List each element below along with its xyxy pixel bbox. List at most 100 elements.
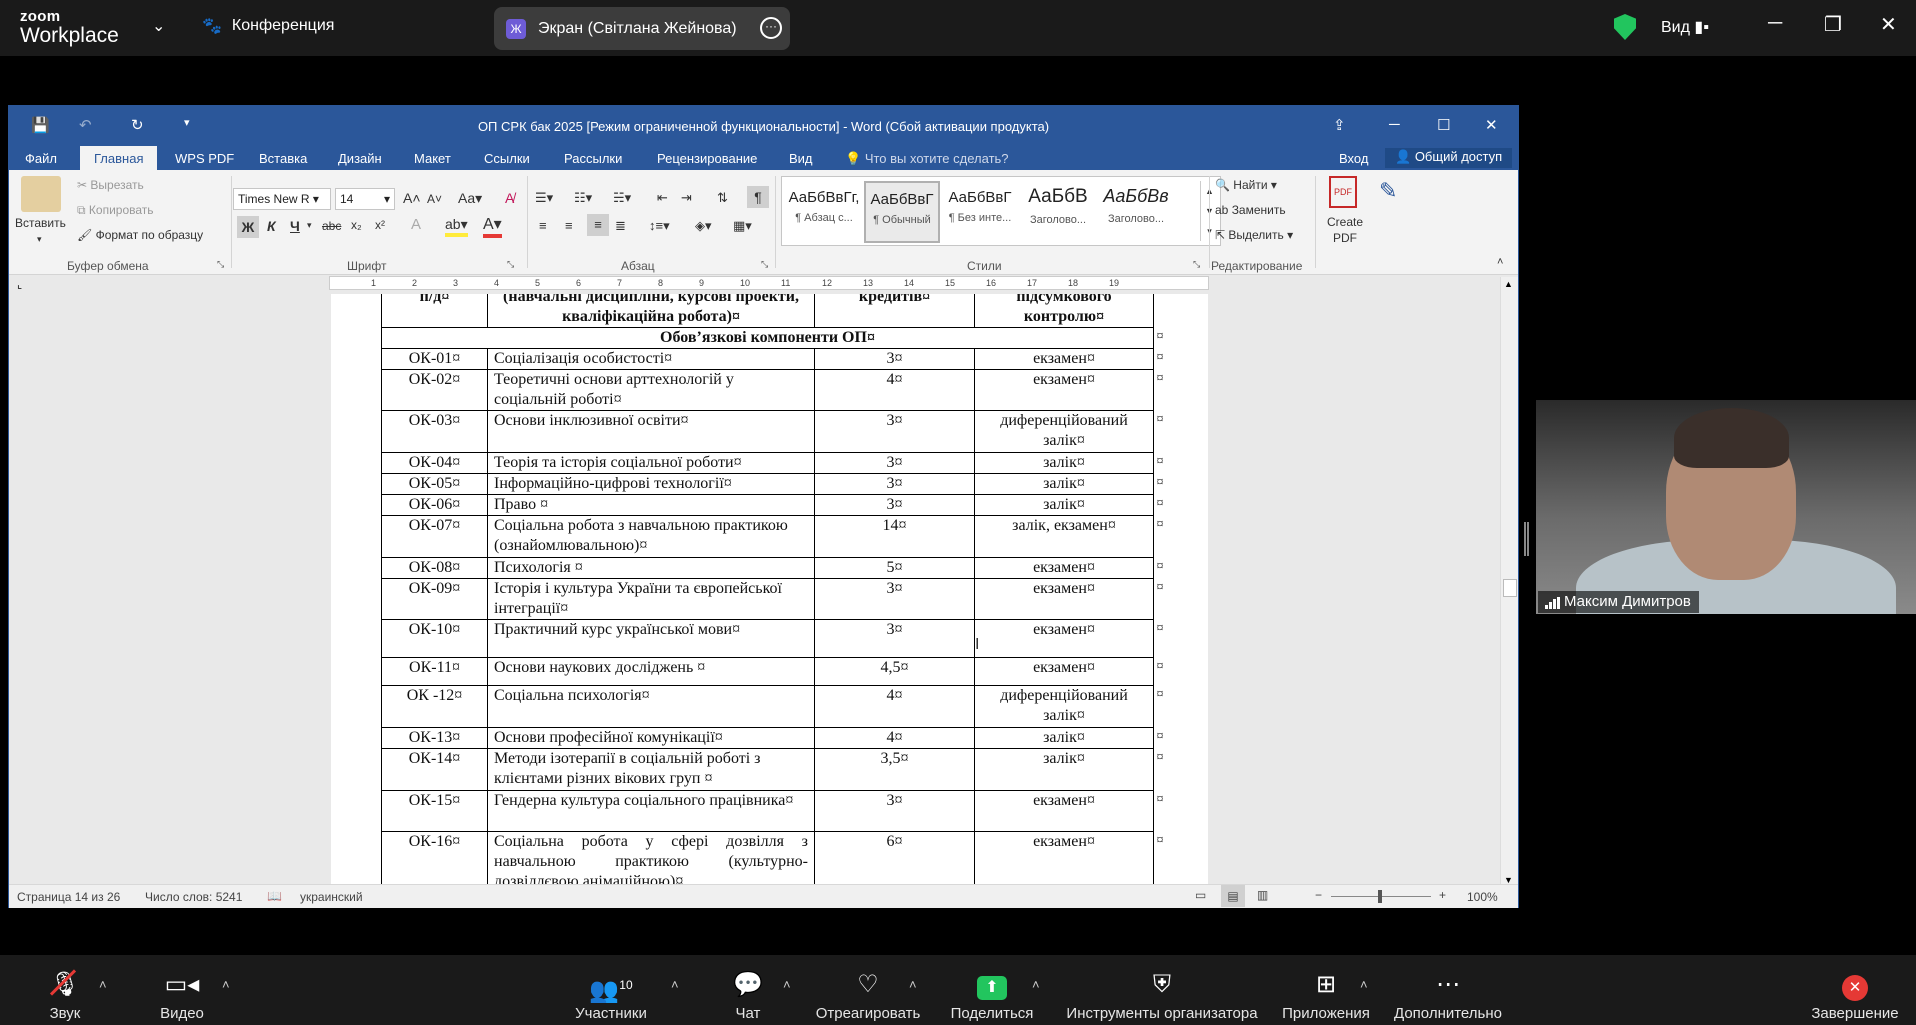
discipline-cell[interactable]: Основи професійної комунікації¤ bbox=[487, 727, 815, 749]
code-cell[interactable]: ОК-15¤ bbox=[381, 790, 488, 832]
chat-button[interactable]: 💬 Чат bbox=[728, 955, 768, 1022]
select-button[interactable]: ⇱ Выделить ▾ bbox=[1215, 228, 1293, 242]
share-screen-button[interactable]: ⬆ Поделиться bbox=[950, 955, 1034, 1022]
decrease-indent-icon[interactable]: ⇤ bbox=[657, 190, 668, 206]
align-left-icon[interactable]: ≡ bbox=[539, 218, 547, 233]
proofing-icon[interactable]: 📖 bbox=[267, 889, 282, 903]
discipline-cell[interactable]: Соціальна психологія¤ bbox=[487, 685, 815, 728]
control-cell[interactable]: екзамен¤ bbox=[974, 619, 1154, 658]
tab-home[interactable]: Главная bbox=[80, 146, 158, 170]
code-cell[interactable]: ОК -12¤ bbox=[381, 685, 488, 728]
tab-design[interactable]: Дизайн bbox=[338, 151, 382, 166]
control-cell[interactable]: залік¤ bbox=[974, 494, 1154, 516]
increase-indent-icon[interactable]: ⇥ bbox=[681, 190, 692, 206]
ribbon-display-icon[interactable]: ⇪ bbox=[1333, 116, 1346, 134]
code-cell[interactable]: ОК-03¤ bbox=[381, 410, 488, 453]
code-cell[interactable]: ОК-11¤ bbox=[381, 657, 488, 686]
code-cell[interactable]: ОК-07¤ bbox=[381, 515, 488, 558]
audio-button[interactable]: 🎙 Звук bbox=[40, 955, 90, 1022]
credits-cell[interactable]: 3¤ bbox=[814, 473, 975, 495]
share-button[interactable]: 👤 Общий доступ bbox=[1385, 148, 1513, 168]
share-options-icon[interactable]: ˄ bbox=[1032, 977, 1040, 992]
multilevel-list-icon[interactable]: ☵▾ bbox=[613, 190, 631, 206]
page-count[interactable]: Страница 14 из 26 bbox=[17, 890, 120, 904]
font-name-select[interactable]: Times New R ▾ bbox=[233, 188, 331, 210]
discipline-cell[interactable]: Історія і культура України та європейськ… bbox=[487, 578, 815, 620]
code-cell[interactable]: ОК-14¤ bbox=[381, 748, 488, 791]
control-cell[interactable]: екзамен¤ bbox=[974, 369, 1154, 411]
read-mode-icon[interactable]: ▭ bbox=[1195, 888, 1206, 902]
italic-icon[interactable]: К bbox=[267, 218, 276, 234]
tab-mailings[interactable]: Рассылки bbox=[564, 151, 622, 166]
sign-pen-icon[interactable]: ✎ bbox=[1379, 178, 1397, 204]
paste-button[interactable]: Вставить bbox=[15, 216, 66, 230]
discipline-cell[interactable]: Соціалізація особистості¤ bbox=[487, 348, 815, 370]
align-right-icon[interactable]: ≡ bbox=[587, 214, 609, 236]
discipline-cell[interactable]: Методи ізотерапії в соціальній роботі з … bbox=[487, 748, 815, 791]
close-icon[interactable]: ✕ bbox=[1880, 12, 1897, 37]
style-heading-1[interactable]: АаБбВ Заголово... bbox=[1020, 181, 1096, 243]
word-close-icon[interactable]: ✕ bbox=[1485, 116, 1498, 134]
control-cell[interactable]: залік¤ bbox=[974, 727, 1154, 749]
chevron-down-icon[interactable]: ⌄ bbox=[152, 16, 165, 36]
language-indicator[interactable]: украинский bbox=[300, 890, 363, 904]
tab-selector-icon[interactable]: ⌞ bbox=[17, 278, 22, 291]
tell-me-box[interactable]: 💡 Что вы хотите сделать? bbox=[845, 151, 1009, 167]
screen-share-indicator[interactable]: Ж Экран (Світлана Жейнова) ··· bbox=[494, 7, 790, 50]
credits-cell[interactable]: 4,5¤ bbox=[814, 657, 975, 686]
credits-cell[interactable]: 3,5¤ bbox=[814, 748, 975, 791]
credits-cell[interactable]: 4¤ bbox=[814, 369, 975, 411]
participants-options-icon[interactable]: ˄ bbox=[671, 977, 679, 992]
style-heading-2[interactable]: АаБбВв Заголово... bbox=[1098, 181, 1174, 243]
find-button[interactable]: 🔍 Найти ▾ bbox=[1215, 178, 1277, 192]
justify-icon[interactable]: ≣ bbox=[615, 218, 626, 234]
cut-button[interactable]: ✂ Вырезать bbox=[77, 178, 144, 192]
control-cell[interactable]: диференційований залік¤ bbox=[974, 410, 1154, 453]
zoom-out-icon[interactable]: − bbox=[1315, 888, 1322, 902]
strikethrough-icon[interactable]: abc bbox=[322, 219, 341, 233]
clear-formatting-icon[interactable]: A̸ bbox=[505, 190, 514, 206]
minimize-icon[interactable]: ─ bbox=[1768, 12, 1782, 35]
more-button[interactable]: ⋯ Дополнительно bbox=[1390, 955, 1506, 1022]
text-effects-icon[interactable]: A bbox=[411, 216, 421, 233]
control-cell[interactable]: екзамен¤ bbox=[974, 578, 1154, 620]
style-normal[interactable]: АаБбВвГ ¶ Обычный bbox=[864, 181, 940, 243]
replace-button[interactable]: ab Заменить bbox=[1215, 203, 1286, 217]
underline-icon[interactable]: Ч bbox=[290, 218, 300, 234]
paste-dropdown-icon[interactable]: ▾ bbox=[37, 234, 42, 245]
document-page[interactable]: п/д¤ (навчальні дисципліни, курсові проек… bbox=[331, 294, 1208, 884]
credits-cell[interactable]: 3¤ bbox=[814, 619, 975, 658]
end-meeting-button[interactable]: ✕ Завершение bbox=[1808, 955, 1902, 1022]
control-cell[interactable]: екзамен¤ bbox=[974, 831, 1154, 884]
sign-in-link[interactable]: Вход bbox=[1339, 151, 1368, 166]
zoom-level[interactable]: 100% bbox=[1467, 890, 1498, 904]
code-cell[interactable]: ОК-09¤ bbox=[381, 578, 488, 620]
discipline-cell[interactable]: Практичний курс української мови¤ bbox=[487, 619, 815, 658]
discipline-cell[interactable]: Інформаційно-цифрові технології¤ bbox=[487, 473, 815, 495]
tab-file[interactable]: Файл bbox=[25, 151, 57, 166]
code-cell[interactable]: ОК-10¤ bbox=[381, 619, 488, 658]
change-case-icon[interactable]: Aa▾ bbox=[458, 190, 482, 207]
control-cell[interactable]: залік¤ bbox=[974, 473, 1154, 495]
credits-cell[interactable]: 4¤ bbox=[814, 685, 975, 728]
control-cell[interactable]: екзамен¤ bbox=[974, 557, 1154, 579]
font-color-icon[interactable]: A▾ bbox=[483, 214, 502, 238]
scroll-up-icon[interactable]: ▲ bbox=[1504, 279, 1513, 289]
discipline-cell[interactable]: Гендерна культура соціального працівника… bbox=[487, 790, 815, 832]
grow-font-icon[interactable]: A˄ bbox=[403, 190, 421, 206]
react-options-icon[interactable]: ˄ bbox=[909, 977, 917, 992]
tab-references[interactable]: Ссылки bbox=[484, 151, 530, 166]
view-button[interactable]: Вид ▮▪ bbox=[1661, 17, 1709, 37]
control-cell[interactable]: екзамен¤ bbox=[974, 348, 1154, 370]
participants-button[interactable]: 👥10 Участники bbox=[570, 955, 652, 1022]
underline-dropdown-icon[interactable]: ▾ bbox=[307, 220, 312, 231]
meeting-info-button[interactable]: 🐾 Конференция bbox=[202, 16, 334, 36]
format-painter-button[interactable]: 🖌 Формат по образцу bbox=[77, 228, 203, 242]
credits-cell[interactable]: 3¤ bbox=[814, 494, 975, 516]
paste-clipboard-icon[interactable] bbox=[21, 176, 61, 212]
code-cell[interactable]: ОК-01¤ bbox=[381, 348, 488, 370]
borders-icon[interactable]: ▦▾ bbox=[733, 218, 752, 234]
code-cell[interactable]: ОК-08¤ bbox=[381, 557, 488, 579]
control-cell[interactable]: екзамен¤ bbox=[974, 657, 1154, 686]
discipline-cell[interactable]: Право ¤ bbox=[487, 494, 815, 516]
